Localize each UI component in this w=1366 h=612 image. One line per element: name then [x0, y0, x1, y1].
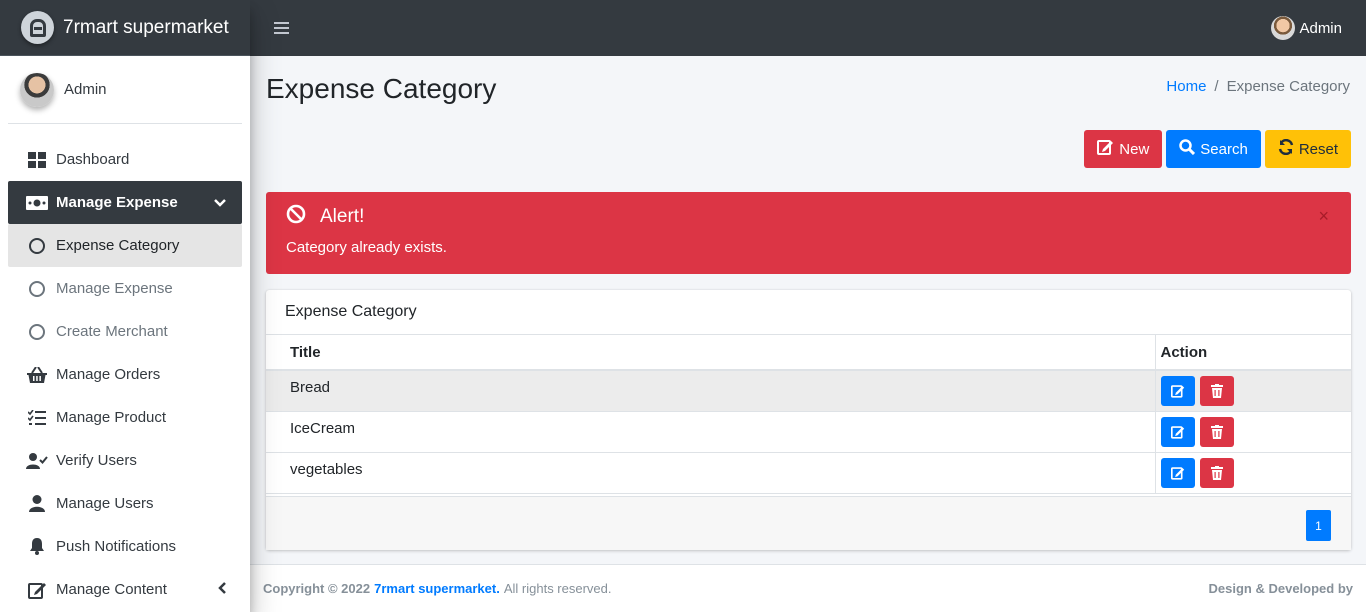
user-panel[interactable]: Admin: [8, 56, 242, 124]
edit-button[interactable]: [1160, 457, 1195, 488]
sidebar-item-label: Manage Expense: [56, 194, 178, 211]
circle-icon: [26, 321, 48, 343]
trash-icon: [1210, 383, 1223, 398]
menu-toggle-icon[interactable]: [274, 22, 289, 34]
user-icon: [26, 493, 48, 515]
pagination-page-1[interactable]: 1: [1306, 510, 1331, 541]
sidebar-item-create-merchant[interactable]: Create Merchant: [8, 310, 242, 353]
new-button-label: New: [1119, 140, 1150, 158]
breadcrumb-separator: /: [1214, 78, 1219, 95]
delete-button[interactable]: [1199, 457, 1234, 488]
reset-button[interactable]: Reset: [1264, 130, 1351, 168]
reset-button-label: Reset: [1298, 140, 1338, 158]
footer-copyright: Copyright © 2022: [263, 581, 371, 596]
edit-icon: [1170, 425, 1184, 439]
edit-button[interactable]: [1160, 375, 1195, 406]
category-table: Title Action Bread IceCream vegetables: [266, 335, 1351, 494]
chevron-left-icon: [218, 581, 226, 598]
main-footer: Copyright © 2022 7rmart supermarket. All…: [250, 564, 1366, 612]
footer-rights: All rights reserved.: [503, 581, 612, 596]
edit-icon: [1097, 139, 1114, 159]
sidebar-item-dashboard[interactable]: Dashboard: [8, 138, 242, 181]
tasks-icon: [26, 407, 48, 429]
sidebar-item-manage-orders[interactable]: Manage Orders: [8, 353, 242, 396]
circle-icon: [26, 235, 48, 257]
sidebar-item-label: Create Merchant: [56, 323, 168, 340]
table-row: Bread: [266, 370, 1351, 412]
column-header-title: Title: [266, 335, 1155, 371]
bell-icon: [26, 536, 48, 558]
card-title: Expense Category: [266, 290, 1351, 335]
delete-button[interactable]: [1199, 375, 1234, 406]
delete-button[interactable]: [1199, 416, 1234, 447]
breadcrumb-home-link[interactable]: Home: [1166, 78, 1206, 95]
sidebar-item-manage-expense[interactable]: Manage Expense: [8, 181, 242, 224]
expense-category-card: Expense Category Title Action Bread IceC…: [266, 290, 1351, 550]
sidebar-item-manage-content[interactable]: Manage Content: [8, 568, 242, 611]
top-navbar: Admin: [250, 0, 1366, 56]
sidebar-item-label: Manage Users: [56, 495, 154, 512]
user-menu[interactable]: Admin: [1271, 16, 1342, 40]
sidebar-item-label: Manage Product: [56, 409, 167, 426]
circle-icon: [26, 278, 48, 300]
sidebar-item-manage-users[interactable]: Manage Users: [8, 482, 242, 525]
ban-icon: [286, 204, 306, 230]
sidebar-item-label: Manage Expense: [56, 280, 173, 297]
edit-icon: [1170, 466, 1184, 480]
brand-name: 7rmart supermarket: [63, 16, 229, 38]
search-icon: [1179, 139, 1196, 159]
edit-icon: [1170, 384, 1184, 398]
sidebar-item-push-notifications[interactable]: Push Notifications: [8, 525, 242, 568]
search-button-label: Search: [1200, 140, 1248, 158]
edit-icon: [26, 579, 48, 601]
sidebar-item-verify-users[interactable]: Verify Users: [8, 439, 242, 482]
avatar: [20, 72, 54, 107]
action-buttons: New Search Reset: [1084, 130, 1351, 168]
brand-logo-icon: [21, 11, 54, 44]
row-title: vegetables: [290, 461, 363, 478]
sidebar-nav: Dashboard Manage Expense Expense Categor…: [0, 138, 250, 611]
sidebar-item-label: Manage Content: [56, 581, 167, 598]
basket-icon: [26, 364, 48, 386]
brand-link[interactable]: 7rmart supermarket: [0, 0, 250, 56]
breadcrumb-current: Expense Category: [1226, 78, 1350, 95]
sidebar-item-label: Push Notifications: [56, 538, 177, 555]
close-icon[interactable]: ×: [1318, 206, 1329, 227]
user-check-icon: [26, 450, 48, 472]
row-title: IceCream: [290, 420, 356, 437]
money-bill-icon: [26, 192, 48, 214]
chevron-down-icon: [214, 194, 226, 211]
edit-button[interactable]: [1160, 416, 1195, 447]
page-title: Expense Category: [266, 73, 497, 104]
row-title: Bread: [290, 379, 331, 397]
sidebar-item-expense-category[interactable]: Expense Category: [8, 224, 242, 267]
card-footer: 1: [266, 496, 1351, 550]
alert-title: Alert!: [320, 206, 365, 227]
sidebar-item-label: Manage Orders: [56, 366, 161, 383]
new-button[interactable]: New: [1084, 130, 1163, 168]
breadcrumb: Home / Expense Category: [1166, 78, 1350, 95]
dashboard-icon: [26, 149, 48, 171]
sidebar-item-label: Dashboard: [56, 151, 130, 168]
sidebar-item-label: Expense Category: [56, 237, 180, 254]
sync-icon: [1278, 138, 1294, 159]
user-name: Admin: [64, 81, 107, 98]
table-row: vegetables: [266, 452, 1351, 494]
alert-message: Category already exists.: [286, 239, 447, 256]
footer-brand-link[interactable]: 7rmart supermarket.: [374, 581, 500, 596]
content-wrapper: Expense Category Home / Expense Category…: [250, 56, 1366, 564]
top-user-name: Admin: [1299, 19, 1342, 37]
sidebar-item-manage-product[interactable]: Manage Product: [8, 396, 242, 439]
trash-icon: [1210, 465, 1223, 480]
table-row: IceCream: [266, 411, 1351, 453]
column-header-action: Action: [1154, 335, 1351, 371]
footer-credit: Design & Developed by: [1208, 581, 1353, 596]
alert-danger: Alert! Category already exists. ×: [266, 192, 1351, 274]
sidebar: 7rmart supermarket Admin Dashboard Manag…: [0, 0, 250, 612]
search-button[interactable]: Search: [1166, 130, 1261, 168]
user-avatar-icon: [1271, 16, 1296, 40]
sidebar-item-manage-expense-sub[interactable]: Manage Expense: [8, 267, 242, 310]
trash-icon: [1210, 424, 1223, 439]
sidebar-item-label: Verify Users: [56, 452, 137, 469]
